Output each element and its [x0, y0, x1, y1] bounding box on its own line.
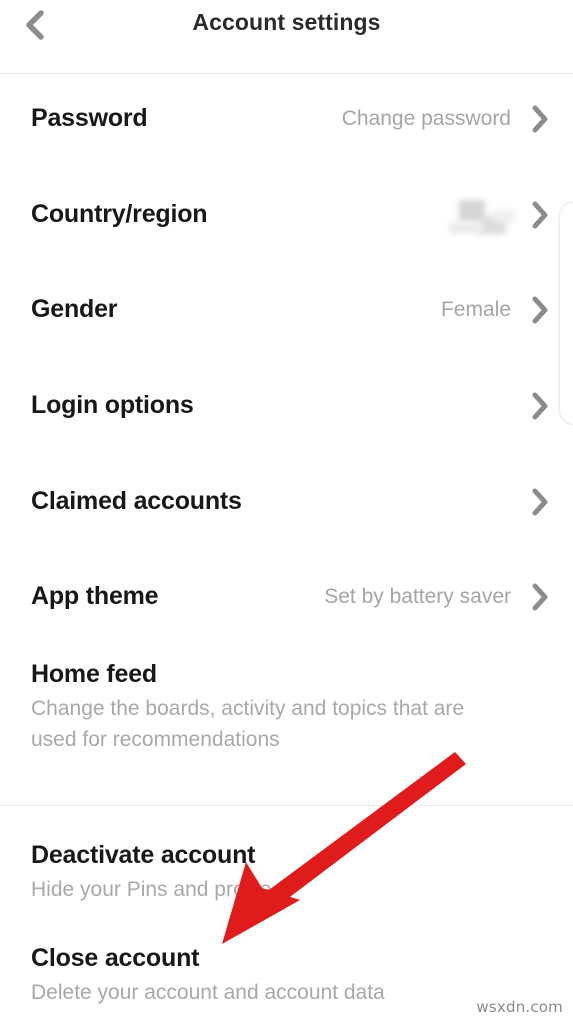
- chevron-right-icon[interactable]: [525, 295, 555, 325]
- setting-label: Deactivate account: [31, 841, 256, 869]
- setting-label: App theme: [31, 582, 159, 610]
- chevron-right-icon[interactable]: [525, 104, 555, 134]
- app-header: Account settings: [0, 0, 573, 73]
- setting-label: Login options: [31, 391, 194, 419]
- setting-row-password[interactable]: Password Change password: [0, 104, 573, 164]
- watermark-label: wsxdn.com: [476, 998, 563, 1016]
- chevron-right-icon[interactable]: [525, 487, 555, 517]
- header-divider: [0, 73, 573, 74]
- chevron-right-icon[interactable]: [525, 200, 555, 230]
- setting-value: Set by battery saver: [324, 585, 511, 608]
- setting-description: Hide your Pins and profile: [31, 878, 272, 901]
- setting-value: Change password: [341, 107, 511, 130]
- setting-description: Delete your account and account data: [31, 981, 385, 1004]
- setting-value: Female: [440, 298, 511, 321]
- account-settings-screen: Account settings Password Change passwor…: [0, 0, 573, 1024]
- setting-label: Password: [31, 104, 148, 132]
- setting-row-country-region[interactable]: Country/region: [0, 200, 573, 260]
- chevron-right-icon[interactable]: [525, 391, 555, 421]
- setting-label: Gender: [31, 295, 118, 323]
- setting-label: Claimed accounts: [31, 487, 242, 515]
- redacted-country-value: [445, 196, 515, 238]
- setting-label: Home feed: [31, 660, 158, 688]
- setting-description: Change the boards, activity and topics t…: [31, 697, 465, 751]
- chevron-right-icon[interactable]: [525, 582, 555, 612]
- page-title: Account settings: [192, 9, 381, 35]
- setting-row-app-theme[interactable]: App theme Set by battery saver: [0, 582, 573, 642]
- section-divider: [0, 805, 573, 806]
- setting-label: Close account: [31, 944, 200, 972]
- setting-label: Country/region: [31, 200, 208, 228]
- setting-row-login-options[interactable]: Login options: [0, 391, 573, 451]
- setting-row-gender[interactable]: Gender Female: [0, 295, 573, 355]
- setting-row-claimed-accounts[interactable]: Claimed accounts: [0, 487, 573, 547]
